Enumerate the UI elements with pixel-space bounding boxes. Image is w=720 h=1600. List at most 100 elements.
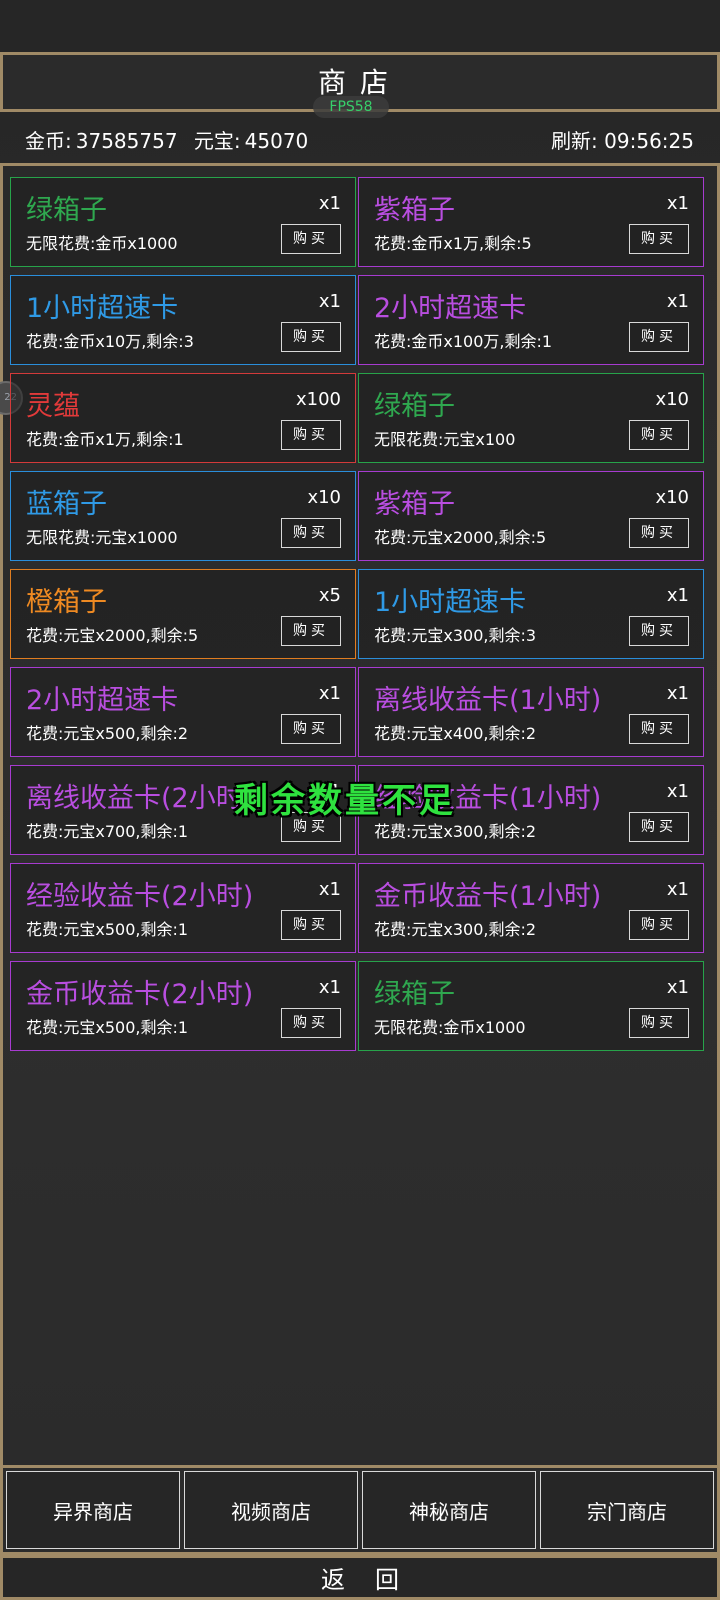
item-cost: 无限花费:金币x1000 — [374, 1018, 526, 1037]
item-name: 1小时超速卡 — [26, 293, 179, 324]
buy-button[interactable]: 购买 — [629, 322, 689, 352]
back-button[interactable]: 返回 — [0, 1555, 720, 1600]
shop-item-card: 离线收益卡(1小时) x1 花费:元宝x400,剩余:2 购买 — [358, 667, 704, 757]
shop-tabs: 异界商店 视频商店 神秘商店 宗门商店 — [0, 1465, 720, 1555]
item-cost: 花费:金币x100万,剩余:1 — [374, 332, 553, 351]
currency-bar: 金币: 37585757 元宝: 45070 — [25, 125, 318, 154]
item-quantity: x1 — [318, 879, 341, 900]
item-name: 紫箱子 — [374, 489, 455, 520]
shop-item-card: 经验收益卡(2小时) x1 花费:元宝x500,剩余:1 购买 — [10, 863, 356, 953]
item-quantity: x10 — [307, 487, 341, 508]
buy-button[interactable]: 购买 — [629, 224, 689, 254]
buy-button[interactable]: 购买 — [281, 224, 341, 254]
item-name: 橙箱子 — [26, 587, 107, 618]
buy-button[interactable]: 购买 — [629, 812, 689, 842]
buy-button[interactable]: 购买 — [629, 420, 689, 450]
ingot-display: 元宝: 45070 — [194, 129, 308, 153]
item-name: 经验收益卡(2小时) — [26, 881, 254, 912]
shop-item-card: 绿箱子 x1 无限花费:金币x1000 购买 — [10, 177, 356, 267]
shop-screen: 商店 FPS58 金币: 37585757 元宝: 45070 刷新: 09:56:… — [0, 0, 720, 1600]
item-cost: 花费:金币x1万,剩余:5 — [374, 234, 532, 253]
item-quantity: x1 — [666, 585, 689, 606]
item-quantity: x10 — [655, 487, 689, 508]
item-quantity: x1 — [666, 683, 689, 704]
buy-button[interactable]: 购买 — [281, 714, 341, 744]
shop-item-card: 蓝箱子 x10 无限花费:元宝x1000 购买 — [10, 471, 356, 561]
shop-item-card: 紫箱子 x10 花费:元宝x2000,剩余:5 购买 — [358, 471, 704, 561]
shop-item-card: 绿箱子 x1 无限花费:金币x1000 购买 — [358, 961, 704, 1051]
item-quantity: x1 — [666, 291, 689, 312]
item-cost: 花费:元宝x500,剩余:1 — [26, 1018, 189, 1037]
back-button-label: 返回 — [321, 1566, 429, 1594]
item-cost: 花费:金币x1万,剩余:1 — [26, 430, 184, 449]
buy-button[interactable]: 购买 — [629, 616, 689, 646]
item-name: 2小时超速卡 — [26, 685, 179, 716]
gold-label: 金币: — [25, 129, 72, 153]
item-name: 金币收益卡(1小时) — [374, 881, 602, 912]
item-name: 绿箱子 — [374, 979, 455, 1010]
item-quantity: x1 — [666, 879, 689, 900]
tab-sect-shop[interactable]: 宗门商店 — [540, 1471, 714, 1549]
shop-item-card: 灵蕴 x100 花费:金币x1万,剩余:1 购买 — [10, 373, 356, 463]
item-name: 灵蕴 — [26, 391, 80, 422]
item-quantity: x1 — [666, 781, 689, 802]
buy-button[interactable]: 购买 — [281, 518, 341, 548]
item-cost: 花费:金币x10万,剩余:3 — [26, 332, 194, 351]
shop-item-card: 金币收益卡(1小时) x1 花费:元宝x300,剩余:2 购买 — [358, 863, 704, 953]
item-name: 2小时超速卡 — [374, 293, 527, 324]
tab-video-shop[interactable]: 视频商店 — [184, 1471, 358, 1549]
item-quantity: x1 — [318, 291, 341, 312]
item-cost: 花费:元宝x2000,剩余:5 — [26, 626, 199, 645]
shop-item-card: 橙箱子 x5 花费:元宝x2000,剩余:5 购买 — [10, 569, 356, 659]
item-cost: 无限花费:元宝x100 — [374, 430, 516, 449]
buy-button[interactable]: 购买 — [629, 518, 689, 548]
tab-mystery-shop[interactable]: 神秘商店 — [362, 1471, 536, 1549]
item-cost: 花费:元宝x500,剩余:1 — [26, 920, 189, 939]
item-cost: 花费:元宝x300,剩余:2 — [374, 920, 537, 939]
item-name: 金币收益卡(2小时) — [26, 979, 254, 1010]
buy-button[interactable]: 购买 — [629, 1008, 689, 1038]
item-quantity: x1 — [318, 977, 341, 998]
item-quantity: x100 — [295, 389, 341, 410]
shop-item-card: 2小时超速卡 x1 花费:元宝x500,剩余:2 购买 — [10, 667, 356, 757]
item-cost: 花费:元宝x500,剩余:2 — [26, 724, 189, 743]
buy-button[interactable]: 购买 — [281, 420, 341, 450]
item-quantity: x1 — [318, 683, 341, 704]
buy-button[interactable]: 购买 — [281, 1008, 341, 1038]
item-name: 紫箱子 — [374, 195, 455, 226]
item-cost: 花费:元宝x400,剩余:2 — [374, 724, 537, 743]
item-name: 蓝箱子 — [26, 489, 107, 520]
buy-button[interactable]: 购买 — [629, 910, 689, 940]
item-quantity: x5 — [318, 585, 341, 606]
page-title: 商店 — [317, 66, 402, 99]
shop-item-card: 1小时超速卡 x1 花费:元宝x300,剩余:3 购买 — [358, 569, 704, 659]
shop-item-card: 1小时超速卡 x1 花费:金币x10万,剩余:3 购买 — [10, 275, 356, 365]
shop-item-card: 绿箱子 x10 无限花费:元宝x100 购买 — [358, 373, 704, 463]
item-quantity: x1 — [666, 977, 689, 998]
gold-value: 37585757 — [75, 129, 178, 153]
fps-counter: FPS58 — [313, 96, 389, 118]
item-name: 1小时超速卡 — [374, 587, 527, 618]
item-quantity: x1 — [318, 193, 341, 214]
buy-button[interactable]: 购买 — [281, 322, 341, 352]
refresh-timer: 刷新: 09:56:25 — [551, 125, 694, 154]
item-cost: 无限花费:元宝x1000 — [26, 528, 178, 547]
item-quantity: x10 — [655, 389, 689, 410]
item-name: 绿箱子 — [374, 391, 455, 422]
ingot-value: 45070 — [244, 129, 309, 153]
shop-item-card: 紫箱子 x1 花费:金币x1万,剩余:5 购买 — [358, 177, 704, 267]
item-cost: 花费:元宝x300,剩余:3 — [374, 626, 537, 645]
shop-item-card: 2小时超速卡 x1 花费:金币x100万,剩余:1 购买 — [358, 275, 704, 365]
item-name: 绿箱子 — [26, 195, 107, 226]
toast-message: 剩余数量不足 — [234, 781, 456, 821]
item-quantity: x1 — [666, 193, 689, 214]
buy-button[interactable]: 购买 — [281, 616, 341, 646]
buy-button[interactable]: 购买 — [629, 714, 689, 744]
item-name: 离线收益卡(2小时) — [26, 783, 254, 814]
tab-other-world-shop[interactable]: 异界商店 — [6, 1471, 180, 1549]
ingot-label: 元宝: — [193, 129, 241, 153]
refresh-value: 09:56:25 — [604, 129, 694, 153]
refresh-label: 刷新: — [551, 129, 598, 153]
buy-button[interactable]: 购买 — [281, 910, 341, 940]
gold-display: 金币: 37585757 — [25, 129, 178, 153]
